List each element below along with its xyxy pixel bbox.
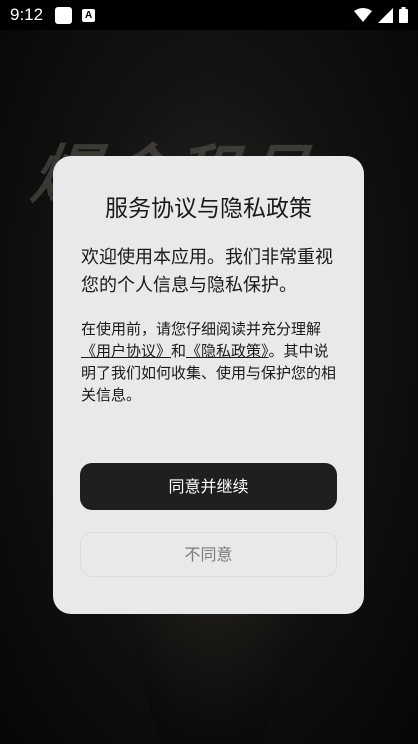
status-time: 9:12 — [10, 5, 44, 24]
dialog-body-text: 在使用前，请您仔细阅读并充分理解《用户协议》和《隐私政策》。其中说明了我们如何收… — [81, 318, 336, 406]
status-icons — [354, 7, 408, 23]
body-and: 和 — [171, 342, 187, 360]
privacy-dialog: 服务协议与隐私政策 欢迎使用本应用。我们非常重视您的个人信息与隐私保护。 在使用… — [53, 156, 364, 614]
battery-icon — [399, 7, 408, 23]
agree-continue-button[interactable]: 同意并继续 — [80, 463, 337, 510]
status-bar: 9:12 A — [0, 0, 418, 30]
notification-app-icon — [55, 6, 73, 24]
dialog-title: 服务协议与隐私政策 — [105, 196, 312, 222]
body-prefix: 在使用前，请您仔细阅读并充分理解 — [81, 320, 322, 338]
disagree-button[interactable]: 不同意 — [80, 532, 337, 577]
wifi-icon — [354, 7, 372, 23]
notification-a-icon: A — [82, 8, 96, 22]
dialog-intro-text: 欢迎使用本应用。我们非常重视您的个人信息与隐私保护。 — [81, 247, 333, 296]
screen: 爆金租号 9:12 A — [0, 0, 418, 744]
user-agreement-link[interactable]: 《用户协议》 — [81, 342, 171, 360]
privacy-policy-link[interactable]: 《隐私政策》 — [186, 342, 269, 360]
signal-icon — [378, 7, 393, 23]
